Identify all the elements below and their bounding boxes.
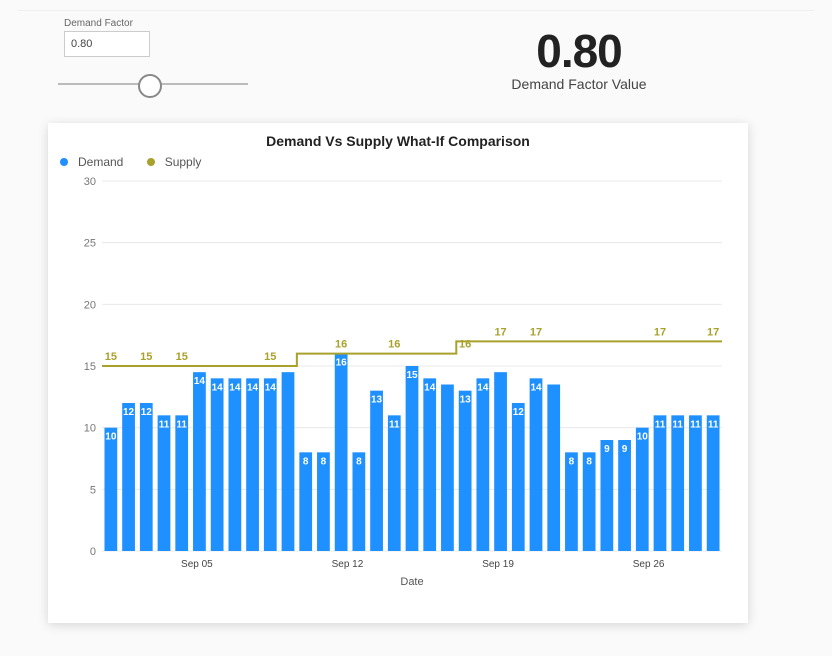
svg-text:15: 15 — [140, 351, 152, 363]
svg-text:8: 8 — [356, 456, 362, 467]
kpi-label: Demand Factor Value — [344, 76, 814, 92]
svg-text:14: 14 — [530, 382, 542, 393]
svg-text:12: 12 — [141, 407, 153, 418]
svg-text:17: 17 — [654, 326, 666, 338]
kpi-value: 0.80 — [344, 24, 814, 78]
demand-factor-slider[interactable] — [58, 67, 248, 103]
svg-text:8: 8 — [303, 456, 309, 467]
svg-text:15: 15 — [105, 351, 117, 363]
svg-text:14: 14 — [229, 382, 241, 393]
svg-text:14: 14 — [424, 382, 436, 393]
demand-factor-label: Demand Factor — [64, 18, 344, 31]
svg-text:5: 5 — [90, 484, 96, 496]
svg-text:11: 11 — [159, 419, 170, 430]
svg-text:17: 17 — [707, 326, 719, 338]
svg-text:Sep 26: Sep 26 — [633, 559, 665, 570]
svg-text:11: 11 — [690, 419, 701, 430]
svg-text:13: 13 — [371, 395, 383, 406]
svg-text:30: 30 — [84, 176, 96, 188]
svg-text:17: 17 — [494, 326, 506, 338]
svg-text:8: 8 — [586, 456, 592, 467]
svg-text:11: 11 — [672, 419, 683, 430]
svg-text:11: 11 — [176, 419, 187, 430]
svg-text:16: 16 — [388, 339, 400, 351]
svg-text:25: 25 — [84, 238, 96, 250]
chart-legend: Demand Supply — [50, 155, 746, 171]
svg-text:11: 11 — [389, 419, 400, 430]
svg-text:14: 14 — [194, 376, 206, 387]
svg-text:17: 17 — [530, 326, 542, 338]
svg-text:20: 20 — [84, 299, 96, 311]
svg-text:0: 0 — [90, 546, 96, 558]
svg-text:16: 16 — [335, 339, 347, 351]
svg-text:8: 8 — [321, 456, 327, 467]
chart-plot: 0510152025301012121111141414141488168131… — [72, 171, 732, 591]
svg-text:15: 15 — [84, 361, 96, 373]
svg-text:8: 8 — [569, 456, 575, 467]
demand-factor-input[interactable] — [64, 31, 150, 57]
legend-swatch-demand — [60, 158, 68, 166]
kpi-card: 0.80 Demand Factor Value — [344, 18, 814, 92]
svg-text:15: 15 — [264, 351, 276, 363]
svg-text:Sep 05: Sep 05 — [181, 559, 213, 570]
svg-text:9: 9 — [622, 444, 628, 455]
svg-text:Sep 12: Sep 12 — [332, 559, 364, 570]
svg-text:14: 14 — [477, 382, 489, 393]
slider-handle[interactable] — [138, 74, 162, 98]
legend-supply: Supply — [147, 155, 212, 169]
svg-text:10: 10 — [84, 423, 96, 435]
svg-text:11: 11 — [708, 419, 719, 430]
legend-swatch-supply — [147, 158, 155, 166]
svg-text:14: 14 — [212, 382, 224, 393]
svg-text:15: 15 — [176, 351, 188, 363]
svg-text:15: 15 — [406, 370, 418, 381]
svg-text:11: 11 — [655, 419, 666, 430]
chart-title: Demand Vs Supply What-If Comparison — [50, 133, 746, 149]
svg-text:12: 12 — [123, 407, 135, 418]
demand-factor-control: Demand Factor — [18, 18, 344, 103]
svg-text:Date: Date — [400, 576, 423, 588]
svg-text:10: 10 — [105, 432, 117, 443]
svg-text:10: 10 — [637, 432, 649, 443]
svg-text:16: 16 — [459, 339, 471, 351]
svg-text:14: 14 — [247, 382, 259, 393]
svg-text:Sep 19: Sep 19 — [482, 559, 514, 570]
svg-text:9: 9 — [604, 444, 610, 455]
svg-text:13: 13 — [460, 395, 472, 406]
svg-text:16: 16 — [336, 358, 348, 369]
legend-demand: Demand — [60, 155, 133, 169]
chart-card: Demand Vs Supply What-If Comparison Dema… — [48, 123, 748, 623]
svg-text:12: 12 — [513, 407, 525, 418]
svg-text:14: 14 — [265, 382, 277, 393]
